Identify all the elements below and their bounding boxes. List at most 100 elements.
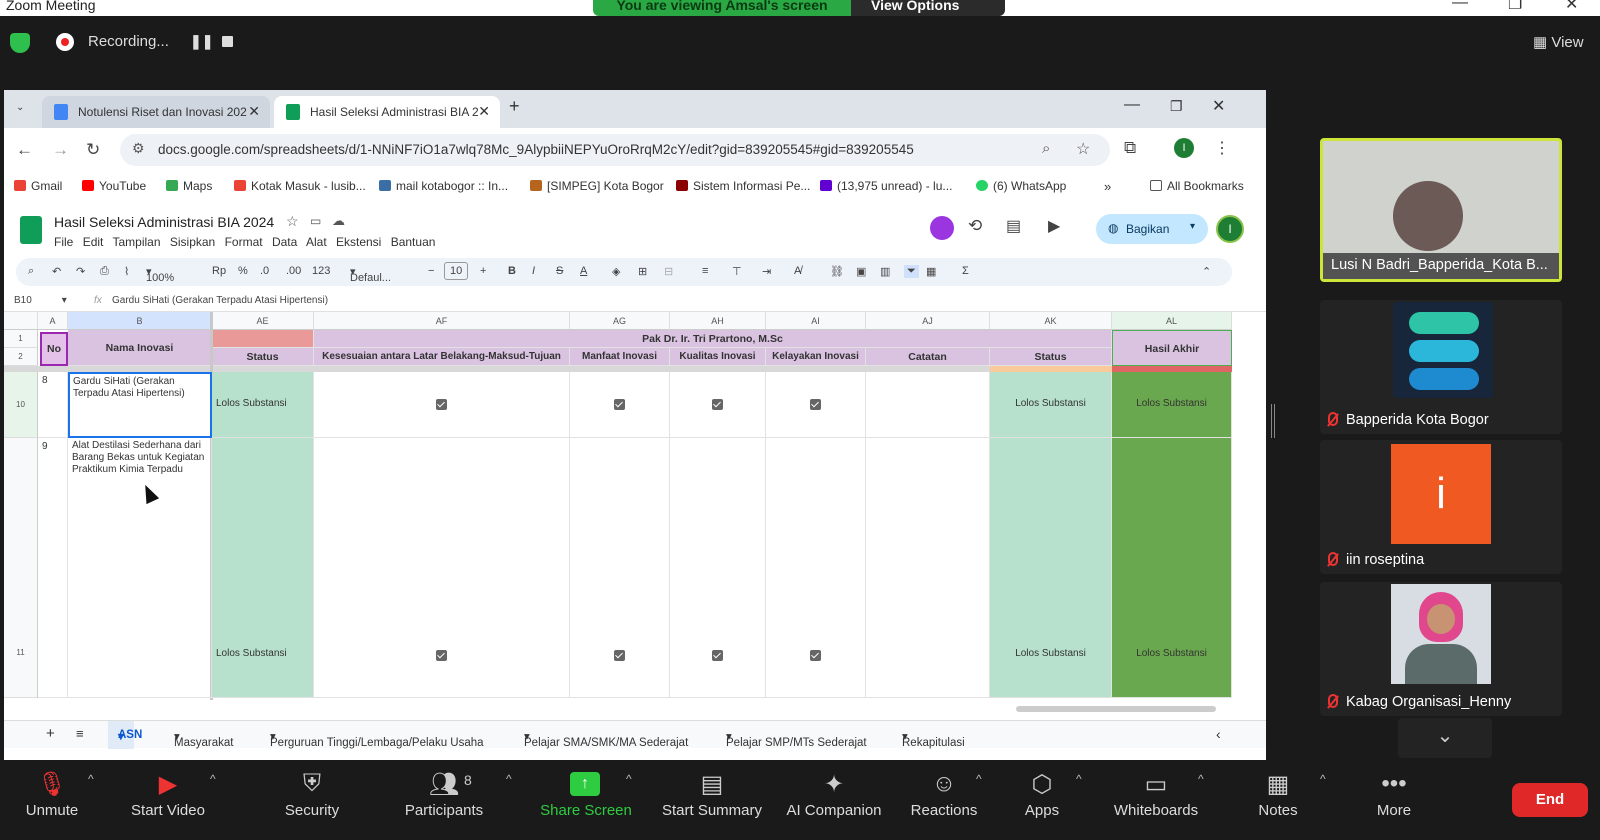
cell-catatan[interactable] <box>866 438 990 698</box>
checkbox[interactable] <box>712 399 723 410</box>
mic-off-icon[interactable]: 🎙︎ <box>37 770 67 799</box>
cell-status[interactable]: Lolos Substansi <box>212 438 314 698</box>
header-manfaat[interactable]: Manfaat Inovasi <box>570 348 670 366</box>
address-bar[interactable]: ⚙ docs.google.com/spreadsheets/d/1-NNiNF… <box>120 134 1110 166</box>
more-bookmarks-icon[interactable]: » <box>1104 179 1111 194</box>
menu-data[interactable]: Data <box>272 235 297 249</box>
cell-kelayakan[interactable] <box>766 438 866 698</box>
font-select[interactable]: Defaul... ▾ <box>350 265 391 284</box>
reactions-button[interactable]: Reactions <box>911 802 978 819</box>
sheet-tab-perguruan-tinggi[interactable]: Perguruan Tinggi/Lembaga/Pelaku Usaha ▾ <box>270 729 484 749</box>
bookmark-youtube[interactable]: YouTube <box>82 179 146 193</box>
new-tab-icon[interactable]: + <box>509 96 520 117</box>
cell-hasil-akhir[interactable]: Lolos Substansi <box>1112 372 1232 438</box>
history-icon[interactable]: ⟲ <box>968 216 982 236</box>
fill-color-icon[interactable]: ◈ <box>612 265 620 278</box>
zoom-select[interactable]: 100% ▾ <box>146 265 174 284</box>
header-status[interactable]: Status <box>212 348 314 366</box>
filter-views-icon[interactable]: ▦ <box>926 265 936 278</box>
merge-cells-icon[interactable]: ⊟ <box>664 265 673 278</box>
checkbox[interactable] <box>810 650 821 661</box>
pause-icon[interactable]: ❚❚ <box>190 33 213 50</box>
checkbox[interactable] <box>712 650 723 661</box>
filter-icon[interactable]: ⏷ <box>904 265 919 278</box>
bookmark-gmail[interactable]: Gmail <box>14 179 62 193</box>
col-header-a[interactable]: A <box>38 312 68 330</box>
participant-tile-lusi[interactable]: Lusi N Badri_Bapperida_Kota B... <box>1320 138 1562 282</box>
bold-icon[interactable]: B <box>508 265 516 277</box>
profile-avatar[interactable]: I <box>1174 138 1194 158</box>
font-size-input[interactable]: 10 <box>444 262 469 280</box>
cell-status[interactable]: Lolos Substansi <box>212 372 314 438</box>
bookmark-sistem-informasi[interactable]: Sistem Informasi Pe... <box>676 179 810 193</box>
notes-options-caret[interactable]: ^ <box>1320 772 1326 786</box>
formula-input[interactable]: Gardu SiHati (Gerakan Terpadu Atasi Hipe… <box>112 295 328 306</box>
text-color-icon[interactable]: A <box>580 265 587 277</box>
checkbox[interactable] <box>436 399 447 410</box>
cell-catatan[interactable] <box>866 372 990 438</box>
end-meeting-button[interactable]: End <box>1512 783 1588 817</box>
col-header-ae[interactable]: AE <box>212 312 314 330</box>
close-tab-icon[interactable]: ✕ <box>478 103 490 120</box>
scroll-tabs-left-icon[interactable]: ‹ <box>1216 726 1221 742</box>
cell-kualitas[interactable] <box>670 372 766 438</box>
ai-companion-icon[interactable]: ✦ <box>824 770 844 799</box>
move-folder-icon[interactable]: ▭ <box>310 214 321 228</box>
checkbox[interactable] <box>810 399 821 410</box>
account-avatar[interactable]: I <box>1216 215 1244 243</box>
stop-icon[interactable] <box>222 36 233 47</box>
participant-tile-iin[interactable]: i iin roseptina <box>1320 440 1562 574</box>
valign-icon[interactable]: ⊤ <box>732 265 742 278</box>
header-status-2[interactable]: Status <box>990 348 1112 366</box>
col-header-ah[interactable]: AH <box>670 312 766 330</box>
link-icon[interactable]: ⛓ <box>830 265 844 278</box>
security-button[interactable]: Security <box>285 802 339 819</box>
sheet-tab-rekapitulasi[interactable]: Rekapitulasi ▾ <box>902 729 965 749</box>
cloud-icon[interactable]: ☁ <box>332 213 345 229</box>
participant-tile-henny[interactable]: Kabag Organisasi_Henny <box>1320 582 1562 716</box>
star-icon[interactable]: ☆ <box>1076 139 1090 159</box>
whiteboard-icon[interactable]: ▭ <box>1145 770 1168 799</box>
video-options-caret[interactable]: ^ <box>210 772 216 786</box>
bookmark-kotak-masuk[interactable]: Kotak Masuk - lusib... <box>234 179 366 193</box>
all-bookmarks[interactable]: All Bookmarks <box>1150 179 1244 193</box>
comments-icon[interactable]: ▤ <box>1006 216 1021 236</box>
unmute-button[interactable]: Unmute <box>26 802 79 819</box>
strikethrough-icon[interactable]: S <box>556 265 563 277</box>
sheet-tab-asn[interactable]: ASN ▾ <box>108 721 142 749</box>
participants-options-caret[interactable]: ^ <box>506 772 512 786</box>
view-options-button[interactable]: View Options ⌄ <box>851 0 1005 16</box>
tab-notulensi[interactable]: Notulensi Riset dan Inovasi 202 ✕ <box>42 96 270 128</box>
doc-title[interactable]: Hasil Seleksi Administrasi BIA 2024 <box>54 214 274 230</box>
cell-kesesuaian[interactable] <box>314 372 570 438</box>
menu-insert[interactable]: Sisipkan <box>170 235 215 249</box>
header-reviewer[interactable]: Pak Dr. Ir. Tri Prartono, M.Sc <box>314 330 1112 348</box>
back-icon[interactable]: ← <box>16 140 33 160</box>
menu-view[interactable]: Tampilan <box>113 235 161 249</box>
font-size-decrease-icon[interactable]: − <box>428 265 434 277</box>
col-header-al[interactable]: AL <box>1112 312 1232 330</box>
view-button[interactable]: ▦ View <box>1533 33 1584 51</box>
cell-no[interactable]: 9 <box>38 438 68 698</box>
bookmark-yahoo[interactable]: (13,975 unread) - lu... <box>820 179 952 193</box>
menu-help[interactable]: Bantuan <box>391 235 436 249</box>
cell-nama-inovasi[interactable]: Gardu SiHati (Gerakan Terpadu Atasi Hipe… <box>68 372 212 438</box>
cell-kualitas[interactable] <box>670 438 766 698</box>
security-shield-icon[interactable]: ⛨ <box>303 770 321 798</box>
corner-cell[interactable] <box>4 312 38 330</box>
decrease-decimal-button[interactable]: .0 <box>260 265 269 277</box>
close-tab-icon[interactable]: ✕ <box>248 103 260 120</box>
chart-icon[interactable]: ▥ <box>880 265 890 278</box>
all-sheets-icon[interactable]: ≡ <box>76 726 84 741</box>
rotate-text-icon[interactable]: A̸ <box>794 265 801 277</box>
reactions-icon[interactable]: ☺ <box>932 770 957 798</box>
restore-icon[interactable]: ❐ <box>1170 98 1183 115</box>
align-left-icon[interactable]: ≡ <box>702 265 708 277</box>
increase-decimal-button[interactable]: .00 <box>286 265 301 277</box>
sheet-tab-sma[interactable]: Pelajar SMA/SMK/MA Sederajat ▾ <box>524 729 688 749</box>
bookmark-maps[interactable]: Maps <box>166 179 212 193</box>
more-icon[interactable]: ••• <box>1381 770 1406 798</box>
zoom-icon[interactable]: ⌕ <box>1042 140 1050 157</box>
gemini-icon[interactable] <box>930 216 954 240</box>
comment-icon[interactable]: ▣ <box>856 265 866 278</box>
